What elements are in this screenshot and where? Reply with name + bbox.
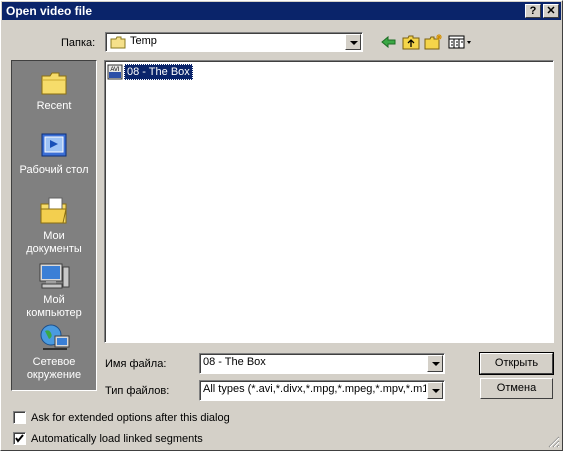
up-folder-icon[interactable] xyxy=(401,33,421,51)
extended-options-label: Ask for extended options after this dial… xyxy=(31,412,230,424)
place-label: Мой компьютер xyxy=(26,294,82,319)
place-label: Рабочий стол xyxy=(19,164,89,176)
place-my-computer[interactable]: Мой компьютер xyxy=(12,261,96,320)
filename-label: Имя файла: xyxy=(105,358,167,370)
cancel-button[interactable]: Отмена xyxy=(480,378,553,399)
folder-combo[interactable]: Temp xyxy=(105,32,363,52)
title-bar[interactable]: Open video file ? ✕ xyxy=(2,2,561,20)
back-arrow-icon[interactable] xyxy=(379,33,399,51)
place-desktop[interactable]: Рабочий стол xyxy=(12,131,96,177)
filetype-label: Тип файлов: xyxy=(105,385,170,397)
my-computer-icon xyxy=(39,263,70,289)
place-recent[interactable]: Recent xyxy=(12,69,96,113)
filetype-dropdown-button[interactable] xyxy=(427,382,443,399)
folder-dropdown-button[interactable] xyxy=(345,34,361,50)
desktop-icon xyxy=(41,133,67,157)
network-icon xyxy=(40,324,70,350)
avi-file-icon: AVI xyxy=(107,64,123,80)
place-label: Recent xyxy=(36,100,72,112)
folder-label: Папка: xyxy=(61,37,96,49)
filename-value: 08 - The Box xyxy=(203,356,266,368)
checkmark-icon xyxy=(15,434,24,443)
place-label: Мои документы xyxy=(26,230,82,255)
help-button[interactable]: ? xyxy=(525,4,541,18)
filename-combo[interactable]: 08 - The Box xyxy=(199,353,445,374)
view-menu-icon[interactable] xyxy=(447,33,473,51)
place-label: Сетевое окружение xyxy=(26,356,82,381)
filetype-value: All types (*.avi,*.divx,*.mpg,*.mpeg,*.m… xyxy=(203,383,426,395)
folder-value: Temp xyxy=(130,35,157,47)
place-my-documents[interactable]: Мои документы xyxy=(12,195,96,256)
file-name: 08 - The Box xyxy=(124,64,193,80)
open-button[interactable]: Открыть xyxy=(479,352,554,375)
file-list[interactable]: AVI 08 - The Box xyxy=(104,60,554,343)
new-folder-icon[interactable] xyxy=(423,33,443,51)
my-documents-icon xyxy=(40,197,67,224)
linked-segments-label: Automatically load linked segments xyxy=(31,433,203,445)
linked-segments-checkbox[interactable] xyxy=(13,432,26,445)
resize-grip-icon[interactable] xyxy=(548,436,560,448)
dialog-title: Open video file xyxy=(6,4,93,18)
filetype-combo[interactable]: All types (*.avi,*.divx,*.mpg,*.mpeg,*.m… xyxy=(199,380,445,401)
filename-dropdown-button[interactable] xyxy=(427,355,443,372)
place-network[interactable]: Сетевое окружение xyxy=(12,323,96,382)
recent-folder-icon xyxy=(41,72,67,95)
folder-icon xyxy=(110,36,126,49)
close-button[interactable]: ✕ xyxy=(543,4,559,18)
file-badge: AVI xyxy=(110,67,120,73)
extended-options-checkbox[interactable] xyxy=(13,411,26,424)
open-video-file-dialog: Open video file ? ✕ Папка: Temp Recent Р… xyxy=(0,0,563,451)
places-bar: Recent Рабочий стол Мои документы Мой ко… xyxy=(11,60,97,391)
